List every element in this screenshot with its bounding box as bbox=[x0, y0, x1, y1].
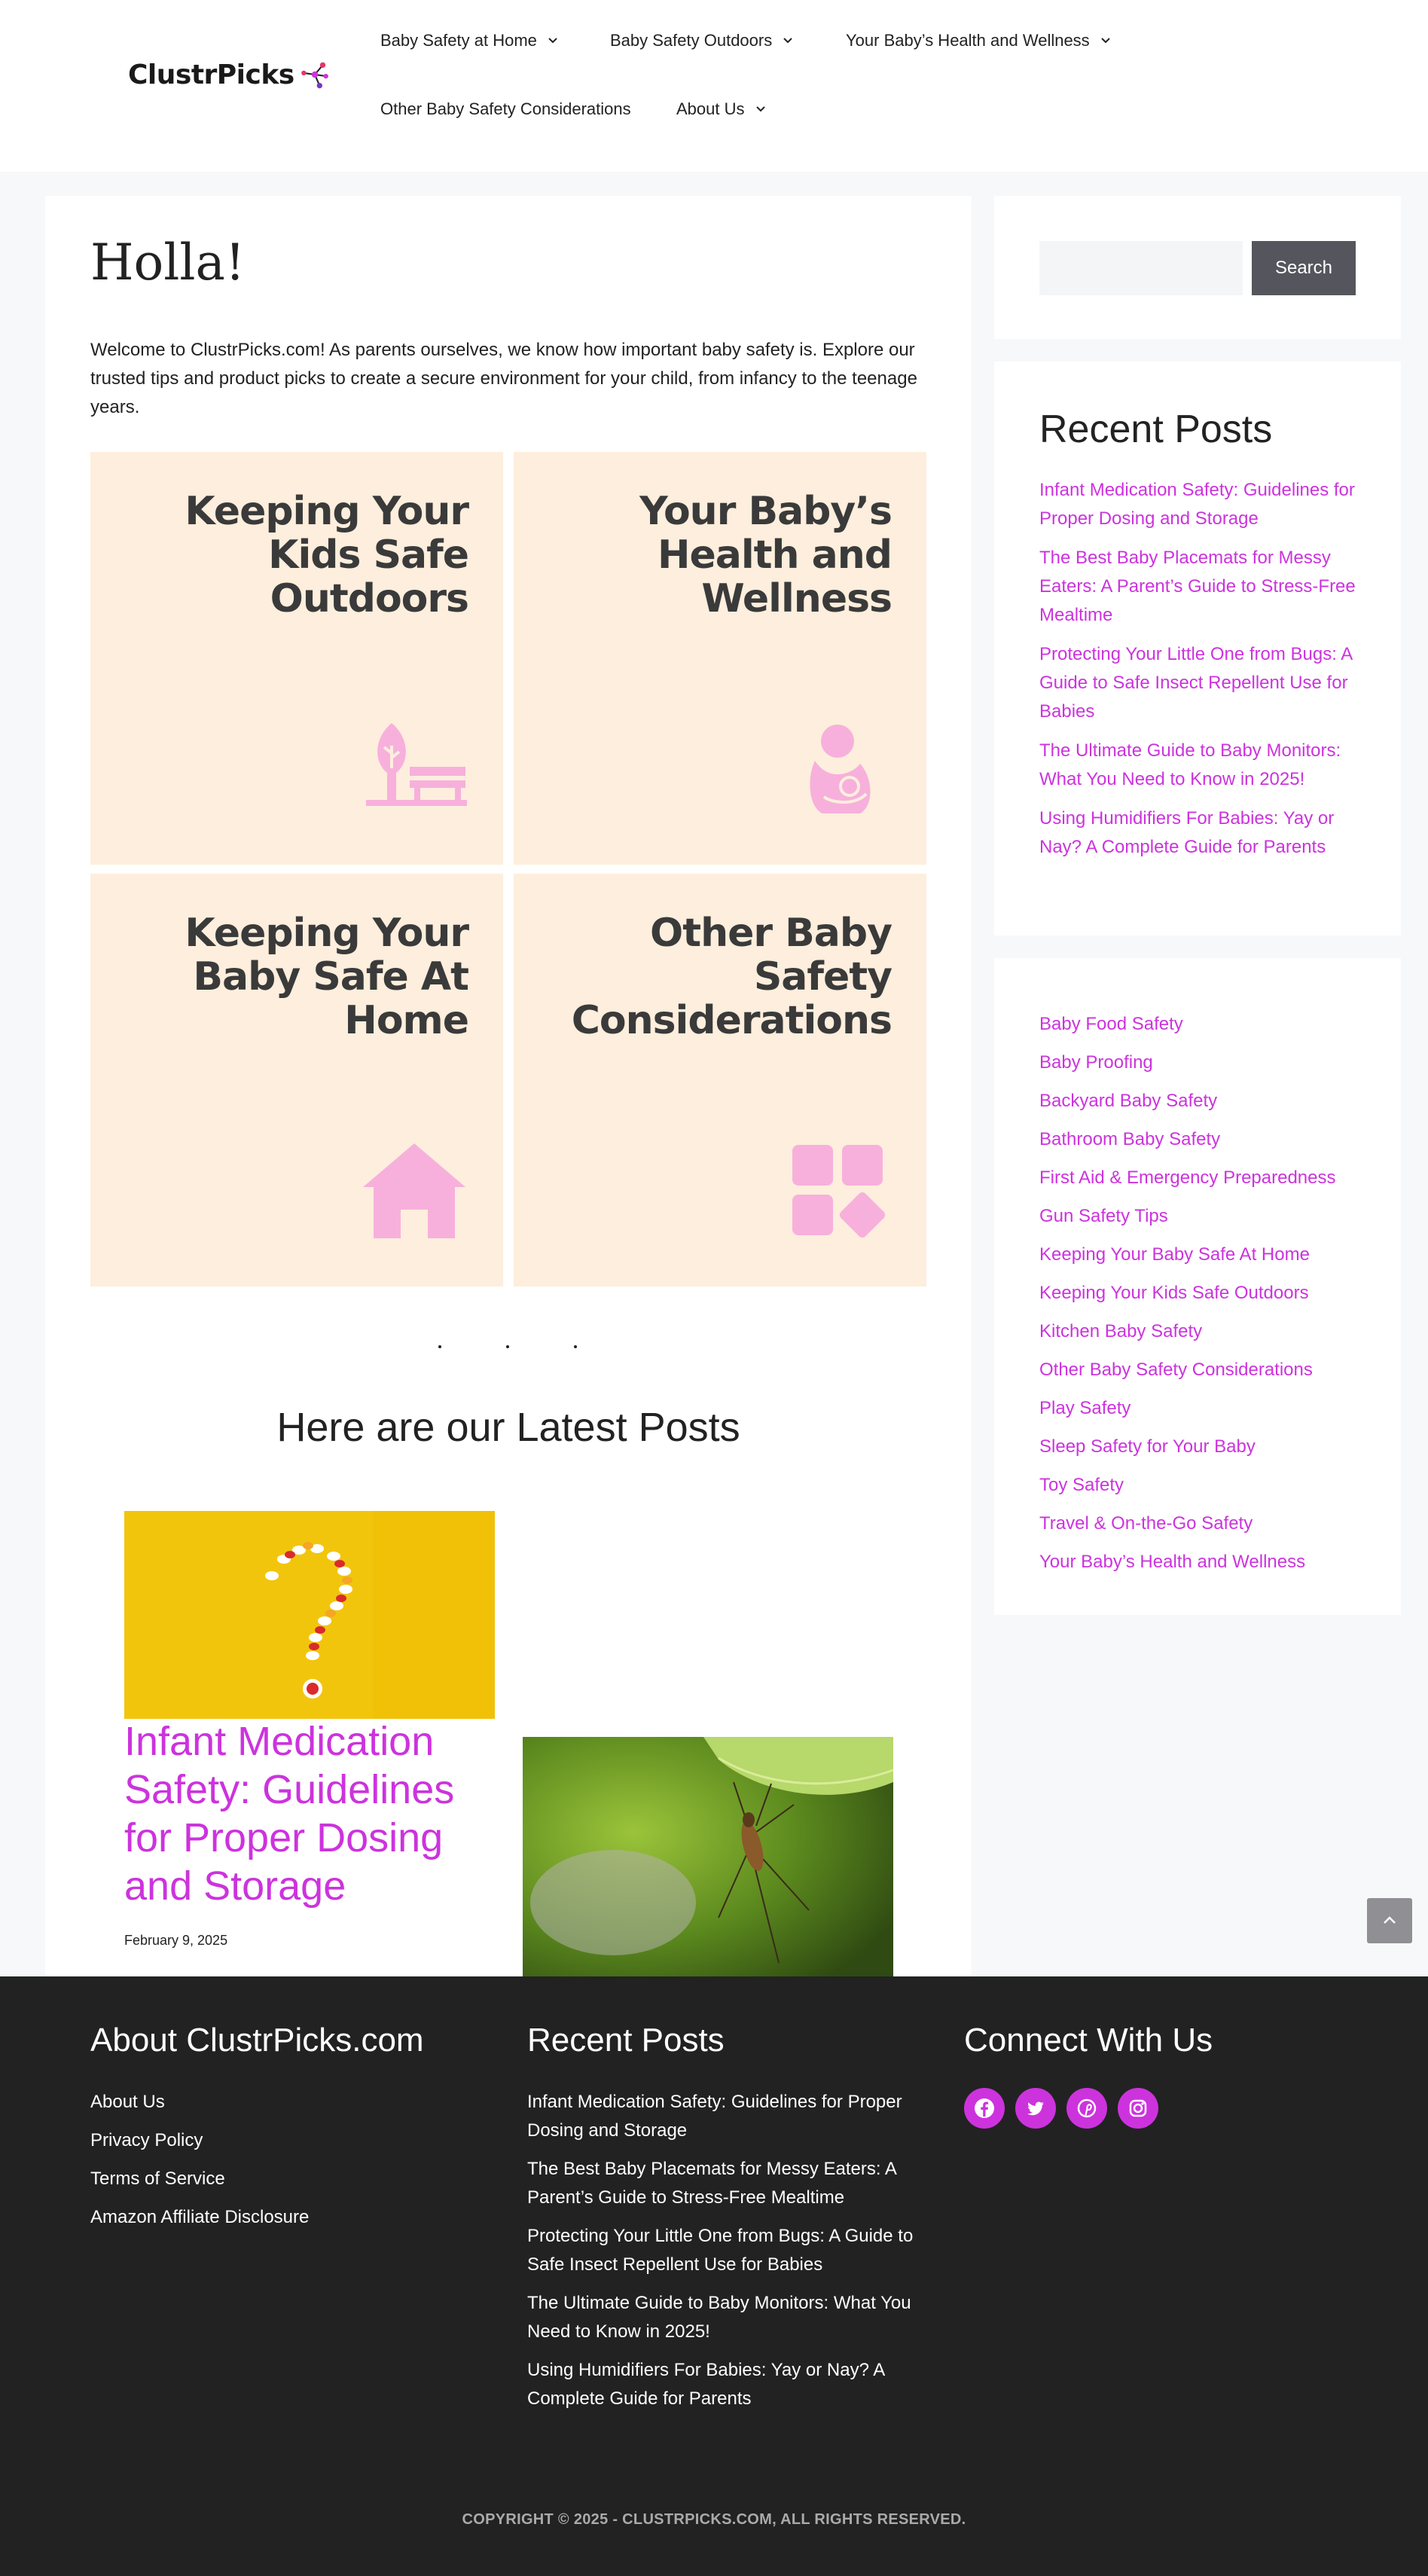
category-link[interactable]: Your Baby’s Health and Wellness bbox=[1039, 1543, 1336, 1581]
post-title-link[interactable]: Infant Medication Safety: Guidelines for… bbox=[124, 1717, 501, 1910]
nav-label: Your Baby’s Health and Wellness bbox=[846, 31, 1090, 50]
category-link[interactable]: Toy Safety bbox=[1039, 1466, 1336, 1504]
category-link[interactable]: Keeping Your Baby Safe At Home bbox=[1039, 1235, 1336, 1274]
main-content: Holla! Welcome to ClustrPicks.com! As pa… bbox=[45, 196, 972, 1976]
footer-link-privacy-policy[interactable]: Privacy Policy bbox=[90, 2126, 482, 2155]
recent-posts-list: Infant Medication Safety: Guidelines for… bbox=[1039, 476, 1371, 872]
nav-item-baby-safety-at-home[interactable]: Baby Safety at Home bbox=[380, 26, 558, 56]
category-link[interactable]: Sleep Safety for Your Baby bbox=[1039, 1427, 1336, 1466]
carousel-dot[interactable] bbox=[506, 1345, 509, 1348]
tile-title: Keeping Your Kids Safe Outdoors bbox=[185, 489, 469, 621]
intro-paragraph: Welcome to ClustrPicks.com! As parents o… bbox=[90, 340, 917, 417]
search-widget: Search bbox=[994, 196, 1401, 339]
page-title: Holla! bbox=[90, 233, 246, 291]
tile-title: Your Baby’s Health and Wellness bbox=[639, 489, 892, 621]
post-date: February 9, 2025 bbox=[124, 1933, 228, 1948]
category-link[interactable]: Bathroom Baby Safety bbox=[1039, 1120, 1336, 1158]
footer-link-affiliate-disclosure[interactable]: Amazon Affiliate Disclosure bbox=[90, 2203, 482, 2232]
widget-title: Recent Posts bbox=[1039, 407, 1273, 451]
footer-recent-post-link[interactable]: Using Humidifiers For Babies: Yay or Nay… bbox=[527, 2356, 919, 2413]
footer-recent-links: Infant Medication Safety: Guidelines for… bbox=[527, 2088, 919, 2413]
category-link[interactable]: Play Safety bbox=[1039, 1389, 1336, 1427]
facebook-icon[interactable] bbox=[964, 2088, 1005, 2129]
chevron-down-icon bbox=[783, 38, 792, 44]
categories-widget: Baby Food Safety Baby Proofing Backyard … bbox=[994, 958, 1401, 1615]
tile-baby-safe-home[interactable]: Keeping Your Baby Safe At Home bbox=[90, 874, 503, 1286]
recent-post-link[interactable]: Infant Medication Safety: Guidelines for… bbox=[1039, 476, 1371, 533]
category-grid-icon bbox=[792, 1145, 886, 1238]
search-input[interactable] bbox=[1039, 241, 1243, 295]
nav-item-other-considerations[interactable]: Other Baby Safety Considerations bbox=[380, 94, 631, 124]
chevron-down-icon bbox=[548, 38, 557, 44]
nav-label: Baby Safety at Home bbox=[380, 31, 537, 50]
footer-recent-column: Recent Posts Infant Medication Safety: G… bbox=[527, 2022, 919, 2423]
footer-recent-post-link[interactable]: The Ultimate Guide to Baby Monitors: Wha… bbox=[527, 2289, 919, 2346]
pills-question-mark-image bbox=[124, 1511, 495, 1719]
park-bench-tree-icon bbox=[366, 723, 467, 806]
nav-item-baby-safety-outdoors[interactable]: Baby Safety Outdoors bbox=[610, 26, 793, 56]
tile-title: Other Baby Safety Considerations bbox=[571, 911, 892, 1043]
nav-item-about-us[interactable]: About Us bbox=[676, 94, 766, 124]
footer-link-terms[interactable]: Terms of Service bbox=[90, 2165, 482, 2193]
house-icon bbox=[363, 1143, 465, 1238]
nav-label: About Us bbox=[676, 99, 745, 118]
copyright-text: COPYRIGHT © 2025 - CLUSTRPICKS.COM, ALL … bbox=[462, 2511, 966, 2528]
footer-link-about-us[interactable]: About Us bbox=[90, 2088, 482, 2117]
category-link[interactable]: Baby Proofing bbox=[1039, 1043, 1336, 1082]
category-link[interactable]: First Aid & Emergency Preparedness bbox=[1039, 1158, 1336, 1197]
category-link[interactable]: Other Baby Safety Considerations bbox=[1039, 1351, 1336, 1389]
logo-text: ClustrPicks bbox=[128, 59, 294, 90]
tile-kids-safe-outdoors[interactable]: Keeping Your Kids Safe Outdoors bbox=[90, 452, 503, 865]
instagram-icon[interactable] bbox=[1118, 2088, 1158, 2129]
carousel-dot[interactable] bbox=[438, 1345, 441, 1348]
footer-recent-post-link[interactable]: Protecting Your Little One from Bugs: A … bbox=[527, 2222, 919, 2279]
post-thumbnail-mosquito[interactable] bbox=[523, 1737, 893, 1976]
category-link[interactable]: Keeping Your Kids Safe Outdoors bbox=[1039, 1274, 1336, 1312]
footer-recent-post-link[interactable]: The Best Baby Placemats for Messy Eaters… bbox=[527, 2155, 919, 2212]
footer-recent-post-link[interactable]: Infant Medication Safety: Guidelines for… bbox=[527, 2088, 919, 2145]
chevron-down-icon bbox=[755, 106, 765, 112]
categories-list: Baby Food Safety Baby Proofing Backyard … bbox=[1039, 1005, 1336, 1581]
footer-title: Recent Posts bbox=[527, 2022, 725, 2059]
recent-posts-widget: Recent Posts Infant Medication Safety: G… bbox=[994, 362, 1401, 935]
tile-title: Keeping Your Baby Safe At Home bbox=[185, 911, 469, 1043]
recent-post-link[interactable]: Using Humidifiers For Babies: Yay or Nay… bbox=[1039, 804, 1371, 862]
twitter-icon[interactable] bbox=[1015, 2088, 1056, 2129]
scroll-to-top-button[interactable] bbox=[1367, 1898, 1412, 1943]
footer-connect-column: Connect With Us bbox=[964, 2022, 1341, 2129]
mother-baby-icon bbox=[810, 725, 871, 813]
latest-posts-heading: Here are our Latest Posts bbox=[276, 1405, 740, 1450]
recent-post-link[interactable]: The Best Baby Placemats for Messy Eaters… bbox=[1039, 544, 1371, 630]
nav-label: Other Baby Safety Considerations bbox=[380, 99, 631, 118]
nav-item-health-and-wellness[interactable]: Your Baby’s Health and Wellness bbox=[846, 26, 1111, 56]
recent-post-link[interactable]: The Ultimate Guide to Baby Monitors: Wha… bbox=[1039, 737, 1371, 794]
category-link[interactable]: Gun Safety Tips bbox=[1039, 1197, 1336, 1235]
category-link[interactable]: Kitchen Baby Safety bbox=[1039, 1312, 1336, 1351]
post-thumbnail-pills[interactable] bbox=[124, 1511, 495, 1719]
category-link[interactable]: Baby Food Safety bbox=[1039, 1005, 1336, 1043]
footer-about-links: About Us Privacy Policy Terms of Service… bbox=[90, 2088, 482, 2232]
recent-post-link[interactable]: Protecting Your Little One from Bugs: A … bbox=[1039, 640, 1371, 726]
site-footer: About ClustrPicks.com About Us Privacy P… bbox=[0, 1976, 1428, 2576]
footer-title: About ClustrPicks.com bbox=[90, 2022, 424, 2059]
category-link[interactable]: Travel & On-the-Go Safety bbox=[1039, 1504, 1336, 1543]
nav-label: Baby Safety Outdoors bbox=[610, 31, 773, 50]
mosquito-on-leaf-image bbox=[523, 1737, 893, 1976]
category-link[interactable]: Backyard Baby Safety bbox=[1039, 1082, 1336, 1120]
site-logo[interactable]: ClustrPicks bbox=[128, 57, 331, 92]
carousel-dots bbox=[45, 1345, 972, 1353]
tile-other-considerations[interactable]: Other Baby Safety Considerations bbox=[514, 874, 926, 1286]
site-header: ClustrPicks Baby Safety at Home Baby Saf… bbox=[0, 0, 1428, 172]
carousel-dot[interactable] bbox=[574, 1345, 577, 1348]
social-links bbox=[964, 2088, 1341, 2129]
chevron-up-icon bbox=[1384, 1916, 1396, 1924]
pinterest-icon[interactable] bbox=[1066, 2088, 1107, 2129]
footer-about-column: About ClustrPicks.com About Us Privacy P… bbox=[90, 2022, 482, 2242]
chevron-down-icon bbox=[1100, 38, 1110, 44]
molecule-icon bbox=[301, 62, 328, 89]
search-button[interactable]: Search bbox=[1252, 241, 1356, 295]
tile-health-wellness[interactable]: Your Baby’s Health and Wellness bbox=[514, 452, 926, 865]
footer-title: Connect With Us bbox=[964, 2022, 1213, 2059]
